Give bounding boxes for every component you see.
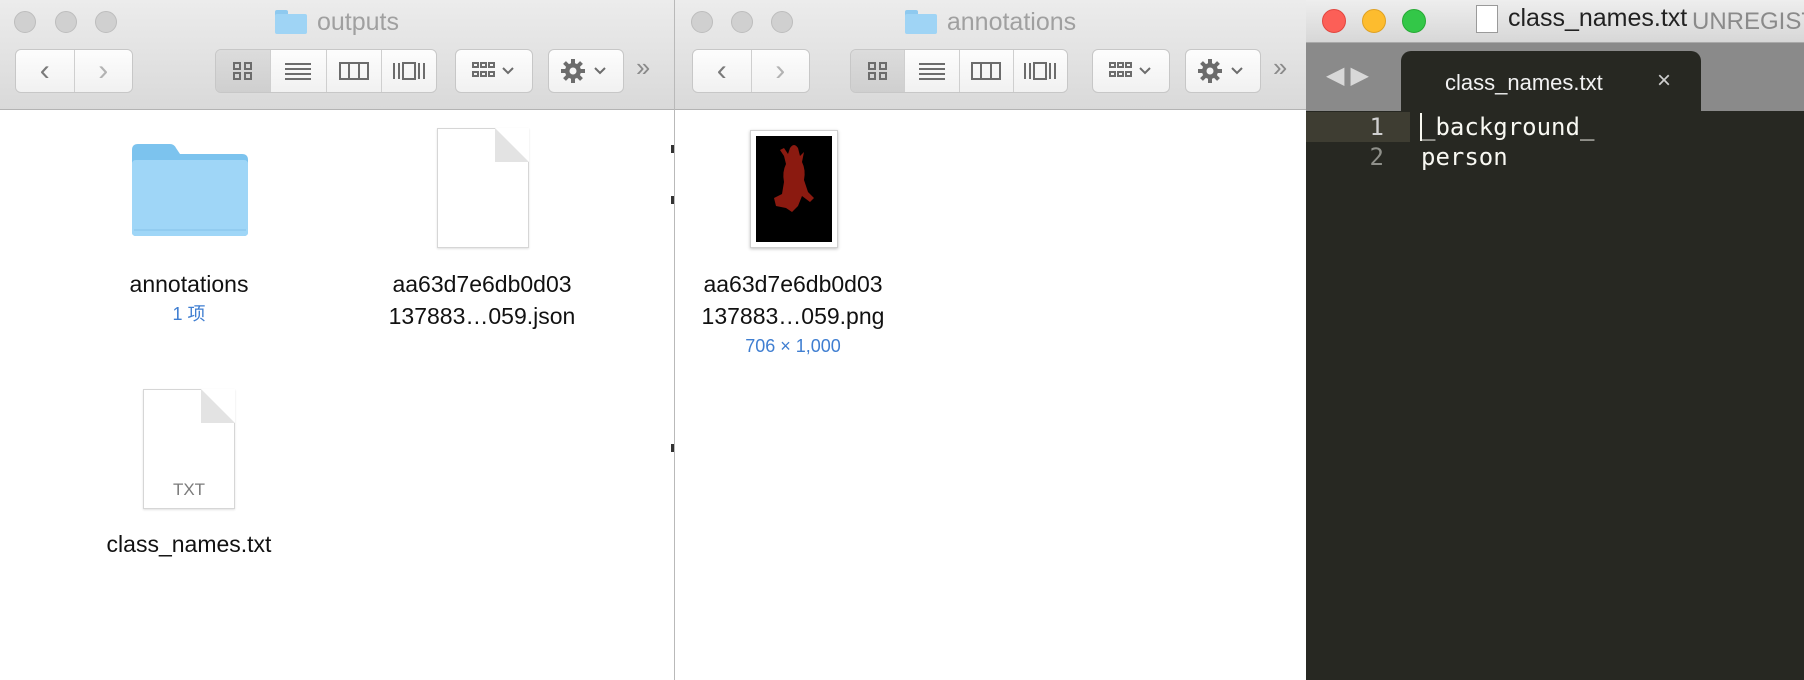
forward-button[interactable]: › [751,50,809,92]
back-button[interactable]: ‹ [693,50,752,92]
line-number: 2 [1369,143,1384,171]
finder-window-outputs: outputs ‹ › ›› annotations 1 项 aa63d7e6d… [0,0,675,680]
document-icon[interactable] [437,128,529,248]
unregistered-label: UNREGIST [1692,8,1804,35]
cover-flow-button[interactable] [1013,50,1067,92]
action-button[interactable] [548,49,624,93]
item-name-line1: aa63d7e6db0d03 [392,271,572,297]
close-button[interactable] [1322,9,1346,33]
arrange-button[interactable] [1092,49,1170,93]
segmentation-mask-image [774,145,814,212]
list-item[interactable]: aa63d7e6db0d03 137883…059.png 706 × 1,00… [681,268,905,360]
editor-window: class_names.txt UNREGIST ◀▶ class_names.… [1306,0,1804,680]
column-view-icon [338,62,369,80]
view-mode-control [850,49,1068,93]
tab-navigation-arrows[interactable]: ◀▶ [1326,61,1375,90]
back-chevron-icon: ‹ [716,54,727,87]
folder-icon [904,10,937,34]
list-view-button[interactable] [271,50,327,92]
tab-bar: ◀▶ class_names.txt × [1306,43,1804,111]
arrange-button[interactable] [455,49,533,93]
folder-icon[interactable] [130,142,250,238]
editor-titlebar: class_names.txt UNREGIST [1306,0,1804,43]
finder-window-annotations: annotations ‹ › ›› aa63d7e6db0d03 137883… [675,0,1306,680]
column-view-icon [971,62,1002,80]
code-line[interactable]: _background_ [1421,112,1594,142]
column-view-button[interactable] [326,50,382,92]
window-edge-mark [671,196,674,204]
forward-chevron-icon: › [98,54,109,87]
back-button[interactable]: ‹ [16,50,75,92]
back-forward-control: ‹ › [692,49,810,93]
list-item[interactable]: annotations 1 项 [89,268,289,328]
window-edge-mark [671,444,674,452]
line-number-gutter: 1 2 [1306,111,1410,680]
action-button[interactable] [1185,49,1261,93]
item-name: annotations [129,271,249,297]
folder-icon [274,10,307,34]
list-view-icon [285,63,312,80]
close-icon[interactable]: × [1657,67,1671,95]
item-subtitle: 1 项 [172,304,206,324]
more-icon[interactable]: ›› [636,52,650,83]
forward-button[interactable]: › [74,50,132,92]
minimize-button[interactable] [1362,9,1386,33]
icon-view-button[interactable] [216,50,272,92]
text-caret [1420,113,1422,141]
arrange-icon [1109,62,1151,77]
window-title: class_names.txt [1476,4,1687,33]
icon-view-icon [233,62,253,80]
document-icon[interactable]: TXT [143,389,235,509]
cover-flow-icon [392,62,425,80]
file-type-label: TXT [172,480,206,499]
window-title: outputs [0,5,674,39]
icon-view-button[interactable] [851,50,906,92]
list-item[interactable]: class_names.txt [79,528,299,560]
item-name: class_names.txt [106,531,272,557]
code-line[interactable]: person [1421,142,1508,172]
item-name-line2: 137883…059.png [701,303,885,329]
window-title-text: outputs [316,7,399,36]
window-title-text: annotations [946,7,1077,36]
more-icon[interactable]: ›› [1273,52,1287,83]
gear-icon [1198,59,1243,83]
window-title: annotations [675,5,1306,39]
finder-toolbar: annotations ‹ › ›› [675,0,1306,110]
image-thumbnail[interactable] [750,130,838,248]
zoom-button[interactable] [1402,9,1426,33]
window-title-text: class_names.txt [1508,4,1688,32]
tab-label: class_names.txt [1445,70,1603,95]
back-forward-control: ‹ › [15,49,133,93]
view-mode-control [215,49,437,93]
cover-flow-icon [1024,62,1057,80]
item-name-line2: 137883…059.json [388,303,576,329]
forward-chevron-icon: › [775,54,786,87]
arrange-icon [472,62,514,77]
image-dimensions: 706 × 1,000 [745,336,841,356]
column-view-button[interactable] [959,50,1014,92]
list-view-icon [918,63,945,80]
list-item[interactable]: aa63d7e6db0d03 137883…059.json [370,268,594,332]
gear-icon [561,59,606,83]
finder-toolbar: outputs ‹ › ›› [0,0,674,110]
document-icon [1476,4,1498,33]
cover-flow-button[interactable] [381,50,436,92]
line-number: 1 [1306,112,1410,142]
back-chevron-icon: ‹ [39,54,50,87]
list-view-button[interactable] [905,50,960,92]
tab-class-names[interactable]: class_names.txt × [1401,51,1701,111]
item-name-line1: aa63d7e6db0d03 [703,271,883,297]
icon-view-icon [867,62,887,80]
window-edge-mark [671,145,674,153]
